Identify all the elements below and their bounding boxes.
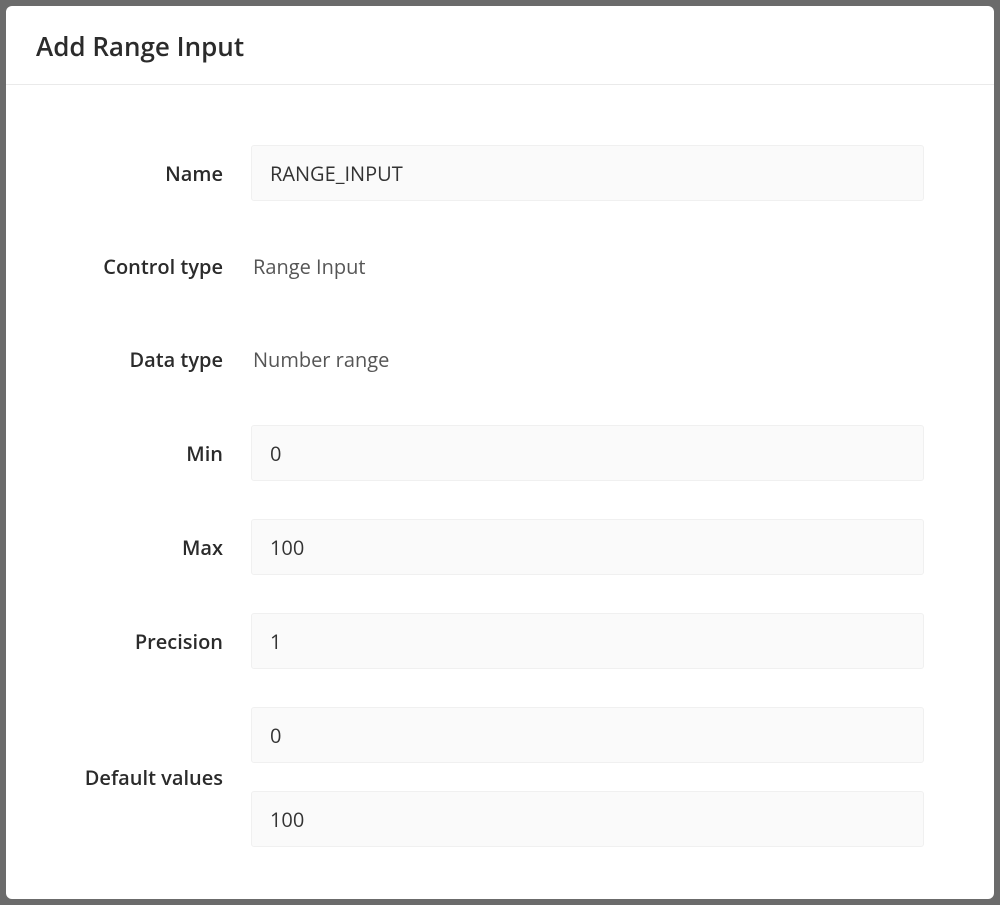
row-max: Max [76,519,924,575]
dialog-title: Add Range Input [36,28,964,64]
name-input[interactable] [251,145,924,201]
label-precision: Precision [76,628,251,655]
control-type-value: Range Input [251,239,924,294]
label-min: Min [76,440,251,467]
row-data-type: Data type Number range [76,332,924,387]
label-name: Name [76,160,251,187]
min-input[interactable] [251,425,924,481]
row-precision: Precision [76,613,924,669]
data-type-value: Number range [251,332,924,387]
row-name: Name [76,145,924,201]
precision-input[interactable] [251,613,924,669]
default-high-input[interactable] [251,791,924,847]
label-data-type: Data type [76,346,251,373]
label-default-values: Default values [76,764,251,791]
row-default-values: Default values [76,707,924,847]
dialog-header: Add Range Input [6,6,994,85]
max-input[interactable] [251,519,924,575]
row-control-type: Control type Range Input [76,239,924,294]
default-low-input[interactable] [251,707,924,763]
dialog-body: Name Control type Range Input Data type … [6,85,994,899]
label-max: Max [76,534,251,561]
add-range-input-dialog: Add Range Input Name Control type Range … [6,6,994,899]
row-min: Min [76,425,924,481]
label-control-type: Control type [76,253,251,280]
